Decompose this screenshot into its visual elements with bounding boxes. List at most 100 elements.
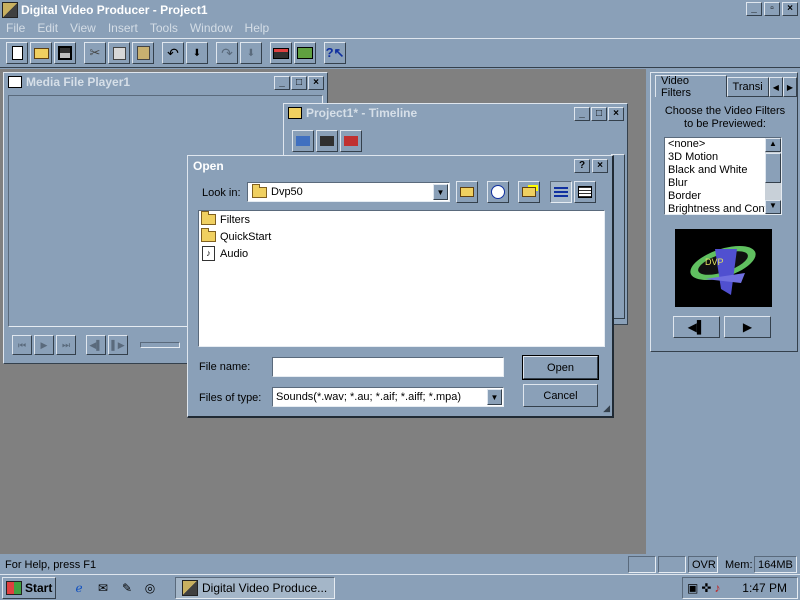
timeline-tool-track-icon[interactable] — [316, 130, 338, 152]
new-folder-icon[interactable] — [518, 181, 540, 203]
undo-icon[interactable]: ↶ — [162, 42, 184, 64]
player-last-button[interactable]: ⏭ — [56, 335, 76, 355]
menu-edit[interactable]: Edit — [31, 21, 64, 35]
look-in-value: Dvp50 — [271, 186, 303, 198]
list-item[interactable]: <none> — [665, 138, 781, 151]
tab-video-filters[interactable]: Video Filters — [655, 75, 727, 99]
look-in-label: Look in: — [202, 187, 241, 199]
status-ovr: OVR — [688, 556, 718, 573]
menu-help[interactable]: Help — [239, 21, 276, 35]
filter-prev-button[interactable]: ◀▌ — [673, 316, 720, 338]
clock: 1:47 PM — [742, 581, 787, 595]
files-of-type-value: Sounds(*.wav; *.au; *.aif; *.aiff; *.mpa… — [276, 391, 462, 403]
open-icon[interactable] — [30, 42, 52, 64]
svg-text:DVP: DVP — [705, 257, 724, 267]
filter-next-button[interactable]: ▶ — [724, 316, 771, 338]
tray-network-icon[interactable]: ▣ — [687, 581, 698, 595]
task-label: Digital Video Produce... — [202, 581, 328, 595]
list-item[interactable]: ♪ Audio — [199, 245, 604, 262]
player-play-button[interactable]: ▶ — [34, 335, 54, 355]
help-icon[interactable]: ?↖ — [324, 42, 346, 64]
timeline-tool-insert-icon[interactable] — [292, 130, 314, 152]
tray-settings-icon[interactable]: ✜ — [701, 581, 711, 595]
redo-icon[interactable]: ↷ — [216, 42, 238, 64]
menu-insert[interactable]: Insert — [102, 21, 144, 35]
details-view-icon[interactable] — [574, 181, 596, 203]
file-list[interactable]: Filters QuickStart ♪ Audio — [198, 210, 605, 347]
restore-button[interactable]: ▫ — [764, 2, 780, 16]
tab-scroll-left-icon[interactable]: ◀ — [768, 77, 783, 97]
tab-scroll-right-icon[interactable]: ▶ — [782, 77, 797, 97]
list-item[interactable]: Blur — [665, 177, 781, 190]
filters-instruction: Choose the Video Filters to be Previewed… — [664, 105, 786, 130]
file-name: Filters — [220, 213, 250, 226]
file-name: QuickStart — [220, 230, 272, 243]
list-view-icon[interactable] — [550, 181, 572, 203]
redo-dropdown-icon[interactable]: ⬇ — [240, 42, 262, 64]
files-of-type-dropdown-icon[interactable]: ▼ — [487, 389, 502, 405]
file-name-input[interactable] — [272, 357, 504, 377]
new-icon[interactable] — [6, 42, 28, 64]
toolbar: ✂ ↶ ⬇ ↷ ⬇ ?↖ — [0, 38, 800, 68]
player-maximize-button[interactable]: □ — [291, 76, 307, 90]
windows-logo-icon — [6, 581, 22, 595]
dialog-help-button[interactable]: ? — [574, 159, 590, 173]
menu-tools[interactable]: Tools — [144, 21, 184, 35]
player-first-button[interactable]: ⏮ — [12, 335, 32, 355]
status-mem-value: 164MB — [754, 556, 797, 573]
desktop-icon[interactable] — [487, 181, 509, 203]
undo-dropdown-icon[interactable]: ⬇ — [186, 42, 208, 64]
scroll-down-icon[interactable]: ▼ — [765, 200, 781, 214]
timeline-minimize-button[interactable]: _ — [574, 107, 590, 121]
storyboard-icon[interactable] — [294, 42, 316, 64]
menu-view[interactable]: View — [64, 21, 102, 35]
list-item[interactable]: Black and White — [665, 164, 781, 177]
save-icon[interactable] — [54, 42, 76, 64]
timeline-tool-film-icon[interactable] — [340, 130, 362, 152]
files-of-type-label: Files of type: — [199, 392, 262, 404]
timeline-close-button[interactable]: × — [608, 107, 624, 121]
menu-window[interactable]: Window — [184, 21, 239, 35]
player-next-frame-button[interactable]: ▌▶ — [108, 335, 128, 355]
paste-icon[interactable] — [132, 42, 154, 64]
player-minimize-button[interactable]: _ — [274, 76, 290, 90]
filters-list[interactable]: <none> 3D Motion Black and White Blur Bo… — [664, 137, 782, 215]
tray-volume-icon[interactable]: ♪ — [714, 581, 720, 595]
player-close-button[interactable]: × — [308, 76, 324, 90]
list-item[interactable]: Border — [665, 190, 781, 203]
list-item[interactable]: QuickStart — [199, 228, 604, 245]
player-seek-slider[interactable] — [140, 342, 180, 348]
status-mem-label: Mem: — [725, 558, 753, 571]
look-in-combo[interactable]: Dvp50 ▼ — [247, 182, 450, 202]
scroll-thumb[interactable] — [765, 153, 781, 183]
scroll-up-icon[interactable]: ▲ — [765, 138, 781, 152]
player-prev-frame-button[interactable]: ◀▌ — [86, 335, 106, 355]
menu-file[interactable]: File — [0, 21, 31, 35]
show-desktop-icon[interactable]: ✎ — [118, 579, 136, 597]
look-in-dropdown-icon[interactable]: ▼ — [433, 184, 448, 200]
resize-grip-icon[interactable]: ◢ — [603, 403, 610, 414]
tab-transitions[interactable]: Transi — [726, 77, 769, 97]
files-of-type-combo[interactable]: Sounds(*.wav; *.au; *.aif; *.aiff; *.mpa… — [272, 387, 504, 407]
open-button[interactable]: Open — [522, 355, 599, 380]
dialog-close-button[interactable]: × — [592, 159, 608, 173]
capture-icon[interactable] — [270, 42, 292, 64]
list-item[interactable]: 3D Motion — [665, 151, 781, 164]
cut-icon[interactable]: ✂ — [84, 42, 106, 64]
app-title-bar: Digital Video Producer - Project1 _ ▫ × — [0, 0, 800, 19]
copy-icon[interactable] — [108, 42, 130, 64]
cancel-button[interactable]: Cancel — [523, 384, 598, 407]
list-item[interactable]: Brightness and Contr — [665, 203, 781, 216]
list-item[interactable]: Filters — [199, 211, 604, 228]
status-help-text: For Help, press F1 — [5, 558, 97, 571]
filters-scrollbar[interactable]: ▲ ▼ — [765, 138, 781, 214]
outlook-express-icon[interactable]: ✉ — [94, 579, 112, 597]
minimize-button[interactable]: _ — [746, 2, 762, 16]
up-one-level-icon[interactable] — [456, 181, 478, 203]
internet-explorer-icon[interactable]: ℯ — [70, 579, 88, 597]
close-button[interactable]: × — [782, 2, 798, 16]
taskbar-item-digital-video-producer[interactable]: Digital Video Produce... — [175, 577, 335, 599]
channels-icon[interactable]: ◎ — [141, 579, 159, 597]
start-button[interactable]: Start — [2, 577, 56, 599]
timeline-maximize-button[interactable]: □ — [591, 107, 607, 121]
